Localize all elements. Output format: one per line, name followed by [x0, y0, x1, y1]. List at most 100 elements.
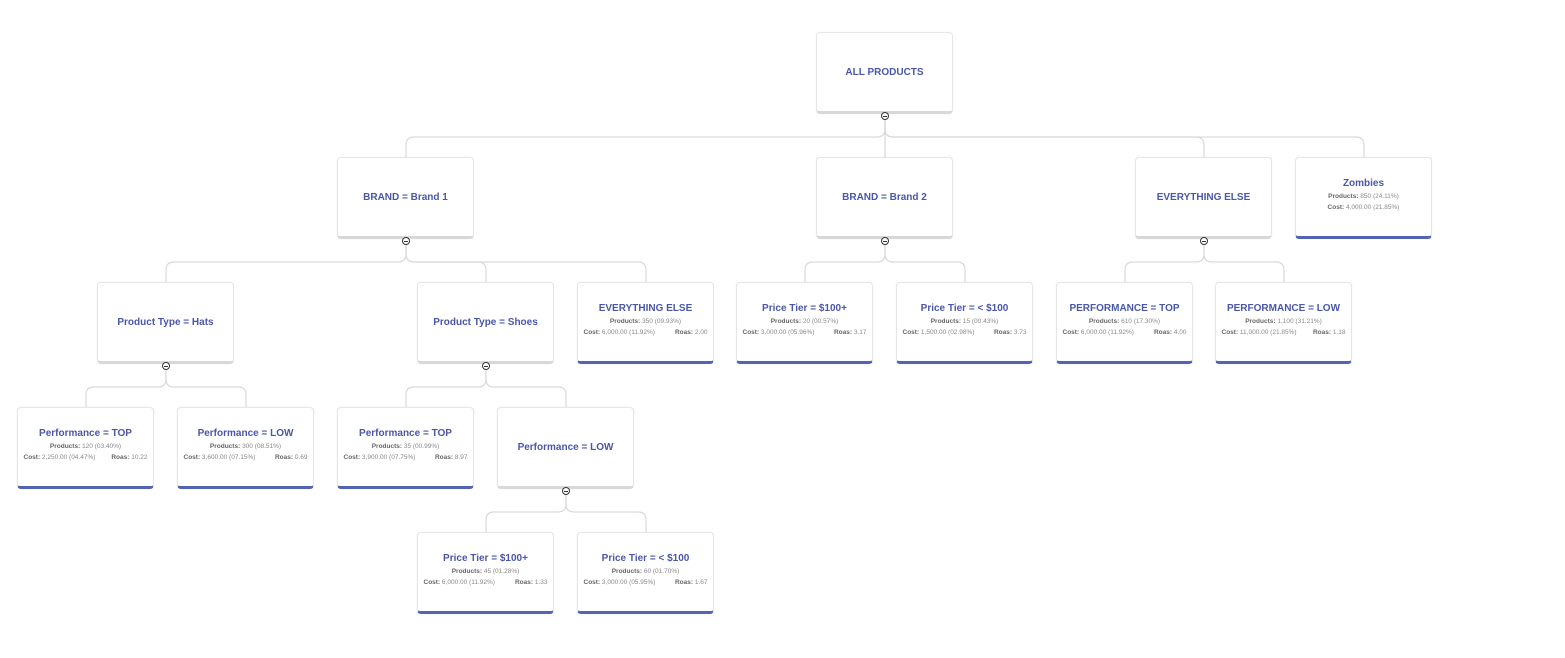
cost-stat: Cost: 3,000.00 (05.96%) [743, 327, 815, 338]
products-label: Products: [209, 443, 243, 450]
collapse-toggle-icon[interactable] [1199, 237, 1208, 245]
cost-label: Cost: [902, 329, 921, 336]
products-value: 610 (17.30%) [1121, 318, 1161, 325]
connector-brand2-b2low [884, 240, 966, 282]
cost-value: 6,000.00 (11.92%) [1080, 329, 1134, 336]
products-label: Products: [609, 318, 643, 325]
connector-brand1-hats [165, 240, 407, 282]
products-label: Products: [451, 568, 484, 575]
cost-roas-row: Cost: 3,000.00 (05.95%) Roas: 1.67 [584, 577, 708, 588]
collapse-toggle-icon[interactable] [880, 237, 889, 245]
tree-node-hatstop[interactable]: Performance = TOP Products: 120 (03.40%) C… [17, 407, 154, 489]
cost-roas-row: Cost: 11,000.00 (21.85%) Roas: 1.18 [1222, 327, 1346, 338]
cost-label: Cost: [1221, 329, 1240, 336]
products-stat: Products: 610 (17.30%) [1063, 316, 1187, 327]
roas-label: Roas: [674, 579, 695, 586]
connector-root-zombies [884, 115, 1365, 157]
tree-node-shoestop[interactable]: Performance = TOP Products: 35 (00.99%) Co… [337, 407, 474, 489]
node-stats: Products: 20 (00.57%) Cost: 3,000.00 (05.… [743, 316, 867, 338]
node-title: PERFORMANCE = LOW [1226, 303, 1341, 314]
cost-stat: Cost: 11,000.00 (21.85%) [1222, 327, 1297, 338]
connector-brand1-shoes [405, 240, 487, 282]
roas-value: 3.73 [1013, 329, 1027, 336]
connector-root-else1 [884, 115, 1205, 157]
cost-roas-row: Cost: 4,000.00 (21.85%) [1302, 202, 1426, 213]
roas-value: 3.17 [853, 329, 867, 336]
cost-label: Cost: [183, 454, 202, 461]
node-stats: Products: 35 (00.99%) Cost: 3,900.00 (07.… [344, 441, 468, 463]
products-label: Products: [770, 318, 803, 325]
roas-label: Roas: [514, 579, 535, 586]
node-title: Performance = LOW [197, 428, 294, 439]
cost-label: Cost: [23, 454, 42, 461]
tree-node-hats[interactable]: Product Type = Hats [97, 282, 234, 364]
roas-stat: Roas: 0.69 [275, 452, 308, 463]
tree-node-b2low[interactable]: Price Tier = < $100 Products: 15 (00.43%)… [896, 282, 1033, 364]
cost-roas-row: Cost: 1,500.00 (02.98%) Roas: 3.73 [903, 327, 1027, 338]
node-title: Product Type = Shoes [433, 316, 538, 328]
collapse-toggle-icon[interactable] [880, 112, 889, 120]
products-value: 35 (00.99%) [403, 443, 440, 450]
tree-node-b1else[interactable]: EVERYTHING ELSE Products: 350 (09.93%) Cos… [577, 282, 714, 364]
tree-node-brand1[interactable]: BRAND = Brand 1 [337, 157, 474, 239]
cost-stat: Cost: 6,000.00 (11.92%) [424, 577, 495, 588]
cost-stat: Cost: 3,000.00 (05.95%) [584, 577, 656, 588]
roas-label: Roas: [274, 454, 295, 461]
tree-node-b2high[interactable]: Price Tier = $100+ Products: 20 (00.57%) C… [736, 282, 873, 364]
connector-root-brand1 [405, 115, 886, 157]
cost-label: Cost: [423, 579, 442, 586]
products-value: 45 (01.28%) [483, 568, 520, 575]
tree-node-zombies[interactable]: Zombies Products: 850 (24.11%) Cost: 4,000… [1295, 157, 1432, 239]
roas-stat: Roas: 1.33 [515, 577, 548, 588]
collapse-toggle-icon[interactable] [401, 237, 410, 245]
products-stat: Products: 350 (09.93%) [584, 316, 708, 327]
connector-brand2-b2high [804, 240, 886, 282]
node-title: PERFORMANCE = TOP [1069, 303, 1180, 314]
roas-label: Roas: [833, 329, 854, 336]
cost-stat: Cost: 4,000.00 (21.85%) [1328, 202, 1400, 213]
cost-value: 2,250.00 (04.47%) [41, 454, 96, 461]
tree-node-elsetop[interactable]: PERFORMANCE = TOP Products: 610 (17.30%) C… [1056, 282, 1193, 364]
tree-node-brand2[interactable]: BRAND = Brand 2 [816, 157, 953, 239]
tree-node-hatslow[interactable]: Performance = LOW Products: 300 (08.51%) C… [177, 407, 314, 489]
roas-value: 0.69 [294, 454, 308, 461]
cost-value: 6,000.00 (11.92%) [441, 579, 495, 586]
tree-node-sllow[interactable]: Price Tier = < $100 Products: 60 (01.70%)… [577, 532, 714, 614]
products-stat: Products: 35 (00.99%) [344, 441, 468, 452]
tree-node-shoeslow[interactable]: Performance = LOW [497, 407, 634, 489]
tree-node-slhigh[interactable]: Price Tier = $100+ Products: 45 (01.28%) C… [417, 532, 554, 614]
connector-else1-elselow [1203, 240, 1285, 282]
roas-label: Roas: [1312, 329, 1333, 336]
tree-node-else1[interactable]: EVERYTHING ELSE [1135, 157, 1272, 239]
roas-stat: Roas: 3.73 [994, 327, 1027, 338]
roas-value: 4.00 [1173, 329, 1187, 336]
node-stats: Products: 850 (24.11%) Cost: 4,000.00 (21… [1302, 191, 1426, 213]
collapse-toggle-icon[interactable] [481, 362, 490, 370]
roas-stat: Roas: 10.22 [111, 452, 147, 463]
roas-value: 1.18 [1332, 329, 1346, 336]
products-value: 1,100 (31.21%) [1277, 318, 1322, 325]
cost-value: 3,600.00 (07.15%) [201, 454, 256, 461]
cost-roas-row: Cost: 2,250.00 (04.47%) Roas: 10.22 [24, 452, 148, 463]
roas-value: 10.22 [131, 454, 148, 461]
roas-label: Roas: [674, 329, 695, 336]
cost-roas-row: Cost: 3,600.00 (07.15%) Roas: 0.69 [184, 452, 308, 463]
products-label: Products: [371, 443, 404, 450]
node-stats: Products: 300 (08.51%) Cost: 3,600.00 (07… [184, 441, 308, 463]
products-stat: Products: 15 (00.43%) [903, 316, 1027, 327]
node-stats: Products: 610 (17.30%) Cost: 6,000.00 (11… [1063, 316, 1187, 338]
collapse-toggle-icon[interactable] [161, 362, 170, 370]
node-title: Zombies [1342, 178, 1385, 189]
cost-label: Cost: [1062, 329, 1081, 336]
cost-stat: Cost: 1,500.00 (02.98%) [903, 327, 975, 338]
products-stat: Products: 300 (08.51%) [184, 441, 308, 452]
products-label: Products: [1245, 318, 1278, 325]
cost-value: 3,000.00 (05.95%) [601, 579, 656, 586]
node-title: Price Tier = $100+ [762, 303, 847, 314]
node-stats: Products: 1,100 (31.21%) Cost: 11,000.00 … [1222, 316, 1346, 338]
tree-node-root[interactable]: ALL PRODUCTS [816, 32, 953, 114]
tree-node-elselow[interactable]: PERFORMANCE = LOW Products: 1,100 (31.21%… [1215, 282, 1352, 364]
tree-node-shoes[interactable]: Product Type = Shoes [417, 282, 554, 364]
collapse-toggle-icon[interactable] [561, 487, 570, 495]
cost-stat: Cost: 6,000.00 (11.92%) [1063, 327, 1134, 338]
